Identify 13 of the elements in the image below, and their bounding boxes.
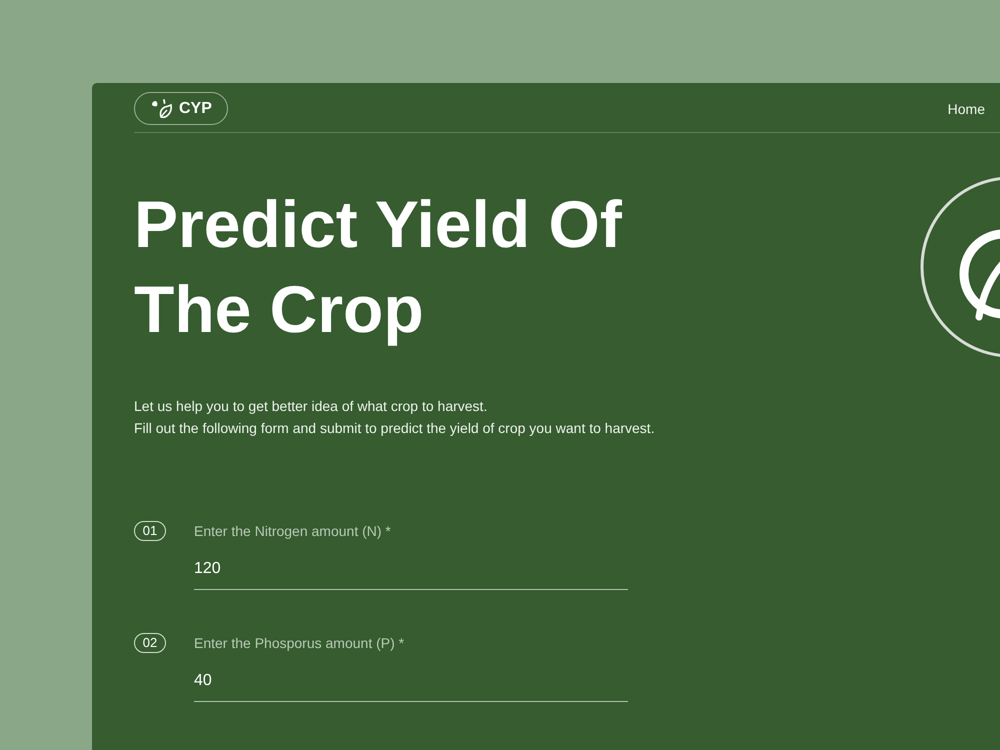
logo-pill[interactable]: CYP (134, 92, 228, 125)
field-label: Enter the Nitrogen amount (N) * (194, 522, 391, 541)
logo-text: CYP (179, 100, 212, 118)
nav-link[interactable]: Home (948, 100, 985, 116)
page-title: Predict Yield Of The Crop (134, 186, 623, 348)
amount-input[interactable]: 40 (194, 660, 628, 702)
field-label: Enter the Phosporus amount (P) * (194, 634, 404, 653)
step-number: 01 (134, 521, 166, 541)
step-number: 02 (134, 633, 166, 653)
leaf-icon (151, 98, 173, 118)
intro-text: Let us help you to get better idea of what crop to harvest. (134, 397, 488, 416)
amount-input[interactable]: 120 (194, 548, 628, 590)
intro-text: Fill out the following form and submit to predict the yield of crop you want to harvest. (134, 419, 655, 438)
